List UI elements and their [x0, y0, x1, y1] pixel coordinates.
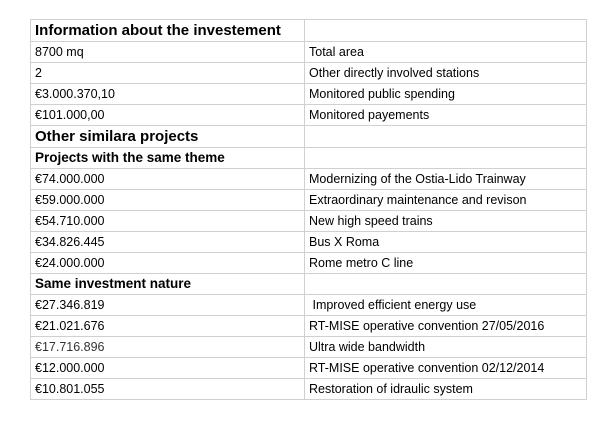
label-cell[interactable]: Restoration of idraulic system	[304, 378, 587, 400]
table-row: 8700 mq Total area	[30, 41, 587, 63]
label-cell[interactable]: RT-MISE operative convention 02/12/2014	[304, 357, 587, 379]
section-header-row: Other similara projects	[30, 125, 587, 148]
table-row: €12.000.000 RT-MISE operative convention…	[30, 357, 587, 379]
empty-cell[interactable]	[304, 273, 587, 295]
table-row: €21.021.676 RT-MISE operative convention…	[30, 315, 587, 337]
label-cell[interactable]: Extraordinary maintenance and revison	[304, 189, 587, 211]
value-cell[interactable]: €24.000.000	[30, 252, 305, 274]
table-row: €24.000.000 Rome metro C line	[30, 252, 587, 274]
label-cell[interactable]: Rome metro C line	[304, 252, 587, 274]
label-cell[interactable]: RT-MISE operative convention 27/05/2016	[304, 315, 587, 337]
label-cell[interactable]: Other directly involved stations	[304, 62, 587, 84]
label-cell[interactable]: Ultra wide bandwidth	[304, 336, 587, 358]
empty-cell[interactable]	[304, 19, 587, 42]
table-row: €3.000.370,10 Monitored public spending	[30, 83, 587, 105]
label-cell[interactable]: Total area	[304, 41, 587, 63]
value-cell[interactable]: €3.000.370,10	[30, 83, 305, 105]
investment-info-sheet: Information about the investement 8700 m…	[30, 19, 587, 400]
label-cell[interactable]: Improved efficient energy use	[304, 294, 587, 316]
value-cell[interactable]: €34.826.445	[30, 231, 305, 253]
heading-same-theme[interactable]: Projects with the same theme	[30, 147, 305, 169]
value-cell[interactable]: €74.000.000	[30, 168, 305, 190]
value-cell[interactable]: €17.716.896	[30, 336, 305, 358]
value-cell[interactable]: €21.021.676	[30, 315, 305, 337]
table-row: €10.801.055 Restoration of idraulic syst…	[30, 378, 587, 400]
label-cell[interactable]: Monitored public spending	[304, 83, 587, 105]
value-cell[interactable]: €27.346.819	[30, 294, 305, 316]
table-row: €101.000,00 Monitored payements	[30, 104, 587, 126]
table-row: €59.000.000 Extraordinary maintenance an…	[30, 189, 587, 211]
section-header-row: Information about the investement	[30, 19, 587, 42]
table-row: €34.826.445 Bus X Roma	[30, 231, 587, 253]
subsection-header-row: Projects with the same theme	[30, 147, 587, 169]
empty-cell[interactable]	[304, 125, 587, 148]
table-row: €54.710.000 New high speed trains	[30, 210, 587, 232]
heading-information[interactable]: Information about the investement	[30, 19, 305, 42]
table-row: 2 Other directly involved stations	[30, 62, 587, 84]
value-cell[interactable]: €54.710.000	[30, 210, 305, 232]
label-cell[interactable]: Modernizing of the Ostia-Lido Trainway	[304, 168, 587, 190]
table-row: €17.716.896 Ultra wide bandwidth	[30, 336, 587, 358]
heading-same-nature[interactable]: Same investment nature	[30, 273, 305, 295]
label-cell[interactable]: New high speed trains	[304, 210, 587, 232]
value-cell[interactable]: €12.000.000	[30, 357, 305, 379]
subsection-header-row: Same investment nature	[30, 273, 587, 295]
table-row: €74.000.000 Modernizing of the Ostia-Lid…	[30, 168, 587, 190]
heading-other-projects[interactable]: Other similara projects	[30, 125, 305, 148]
value-cell[interactable]: €59.000.000	[30, 189, 305, 211]
value-cell[interactable]: 2	[30, 62, 305, 84]
table-row: €27.346.819 Improved efficient energy us…	[30, 294, 587, 316]
label-cell[interactable]: Bus X Roma	[304, 231, 587, 253]
label-cell[interactable]: Monitored payements	[304, 104, 587, 126]
value-cell[interactable]: €101.000,00	[30, 104, 305, 126]
value-cell[interactable]: €10.801.055	[30, 378, 305, 400]
value-cell[interactable]: 8700 mq	[30, 41, 305, 63]
empty-cell[interactable]	[304, 147, 587, 169]
